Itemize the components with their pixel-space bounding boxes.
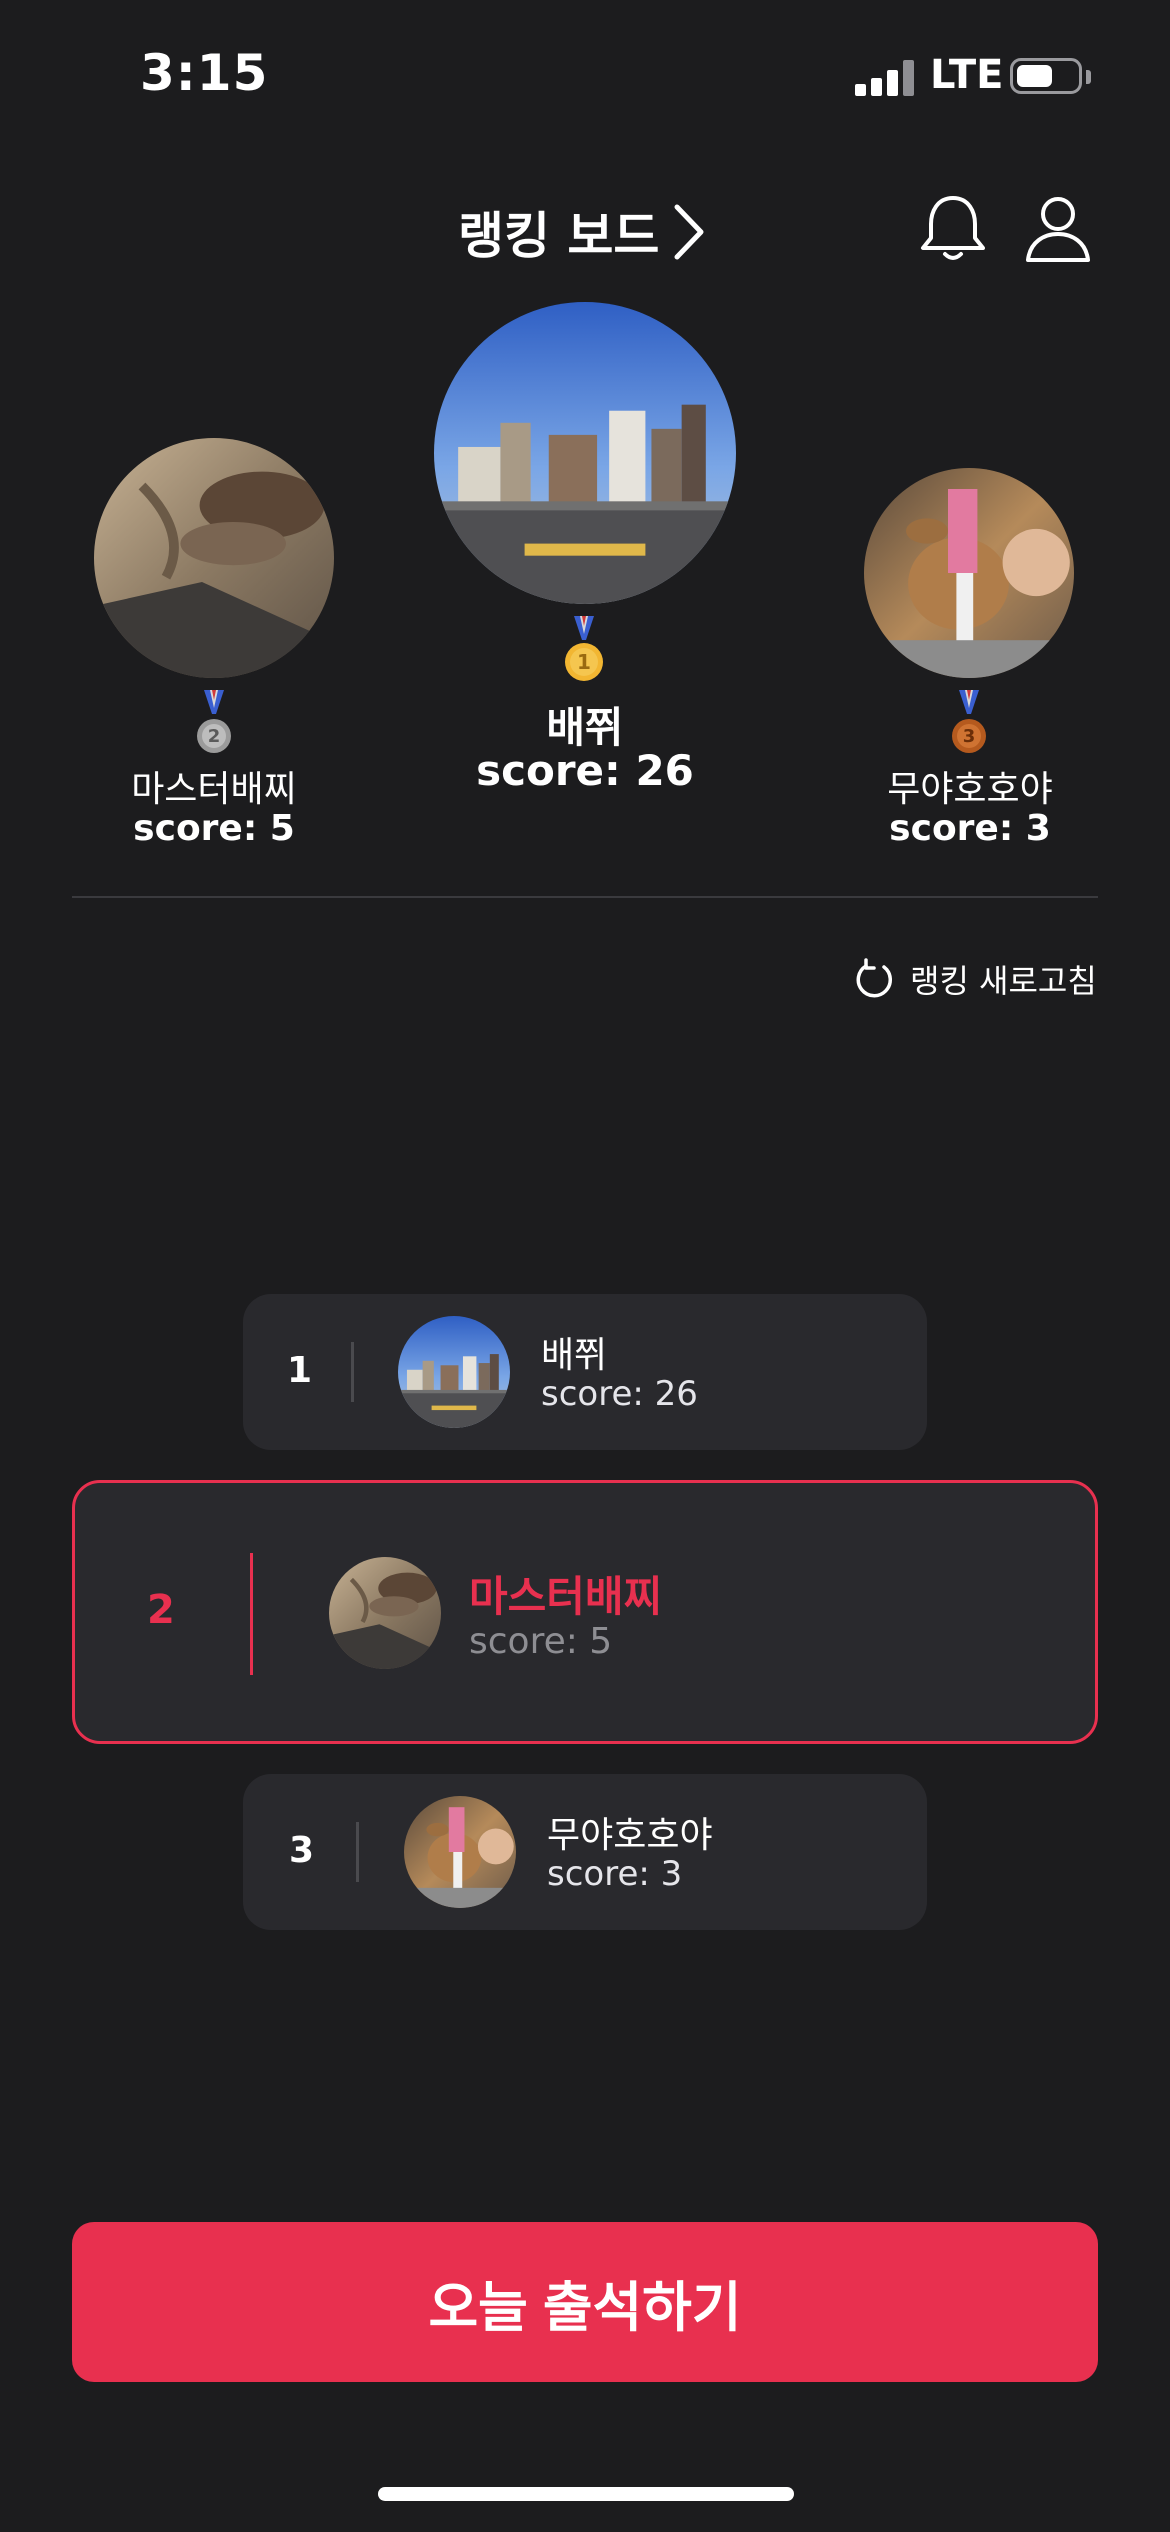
status-time: 3:15: [140, 44, 269, 102]
ranking-row[interactable]: 3 무야호호야 score: 3: [243, 1774, 927, 1930]
row-score: score: 26: [541, 1374, 698, 1414]
bronze-medal-icon: 3: [952, 690, 986, 753]
refresh-icon: [856, 958, 892, 998]
podium-second-score: score: 5: [133, 808, 295, 849]
chevron-right-icon: [674, 204, 704, 260]
page-title: 랭킹 보드: [458, 207, 660, 265]
ranking-row-current-user[interactable]: 2 마스터배찌 score: 5: [72, 1480, 1098, 1744]
row-name: 무야호호야: [547, 1815, 713, 1856]
row-avatar: [404, 1796, 516, 1908]
home-indicator[interactable]: [378, 2487, 794, 2501]
podium-third-score: score: 3: [889, 808, 1051, 849]
row-separator: [356, 1822, 359, 1882]
row-separator: [351, 1342, 354, 1402]
row-rank: 1: [287, 1350, 313, 1391]
podium-third-name: 무야호호야: [887, 769, 1053, 810]
battery-cap: [1086, 70, 1091, 84]
cellular-signal-icon: [855, 60, 915, 96]
podium-first-avatar: [434, 302, 736, 604]
row-avatar: [398, 1316, 510, 1428]
row-rank: 3: [289, 1830, 315, 1871]
ranking-board-title[interactable]: 랭킹 보드: [458, 196, 709, 268]
row-name: 마스터배찌: [469, 1572, 663, 1621]
row-score: score: 3: [547, 1854, 683, 1894]
medal-number: 1: [577, 650, 591, 674]
gold-medal-icon: 1: [565, 616, 603, 681]
medal-number: 3: [963, 726, 976, 747]
podium-second-name: 마스터배찌: [131, 769, 297, 810]
section-divider: [72, 896, 1098, 898]
bell-icon[interactable]: [915, 190, 991, 266]
profile-icon[interactable]: [1020, 190, 1096, 266]
medal-number: 2: [208, 726, 221, 747]
refresh-label: 랭킹 새로고침: [910, 962, 1097, 1000]
row-rank: 2: [147, 1587, 175, 1633]
podium-second-avatar: [94, 438, 334, 678]
battery-icon: [1010, 58, 1082, 94]
ranking-row[interactable]: 1 배쮜 score: 26: [243, 1294, 927, 1450]
refresh-ranking-button[interactable]: 랭킹 새로고침: [852, 956, 1097, 1002]
row-score: score: 5: [469, 1621, 613, 1662]
attendance-check-button[interactable]: 오늘 출석하기: [72, 2222, 1098, 2382]
row-avatar: [329, 1557, 441, 1669]
row-separator: [250, 1553, 253, 1675]
row-name: 배쮜: [541, 1335, 608, 1376]
podium-third-avatar: [864, 468, 1074, 678]
silver-medal-icon: 2: [197, 690, 231, 753]
podium-first-score: score: 26: [476, 746, 694, 795]
network-type: LTE: [930, 52, 1004, 98]
